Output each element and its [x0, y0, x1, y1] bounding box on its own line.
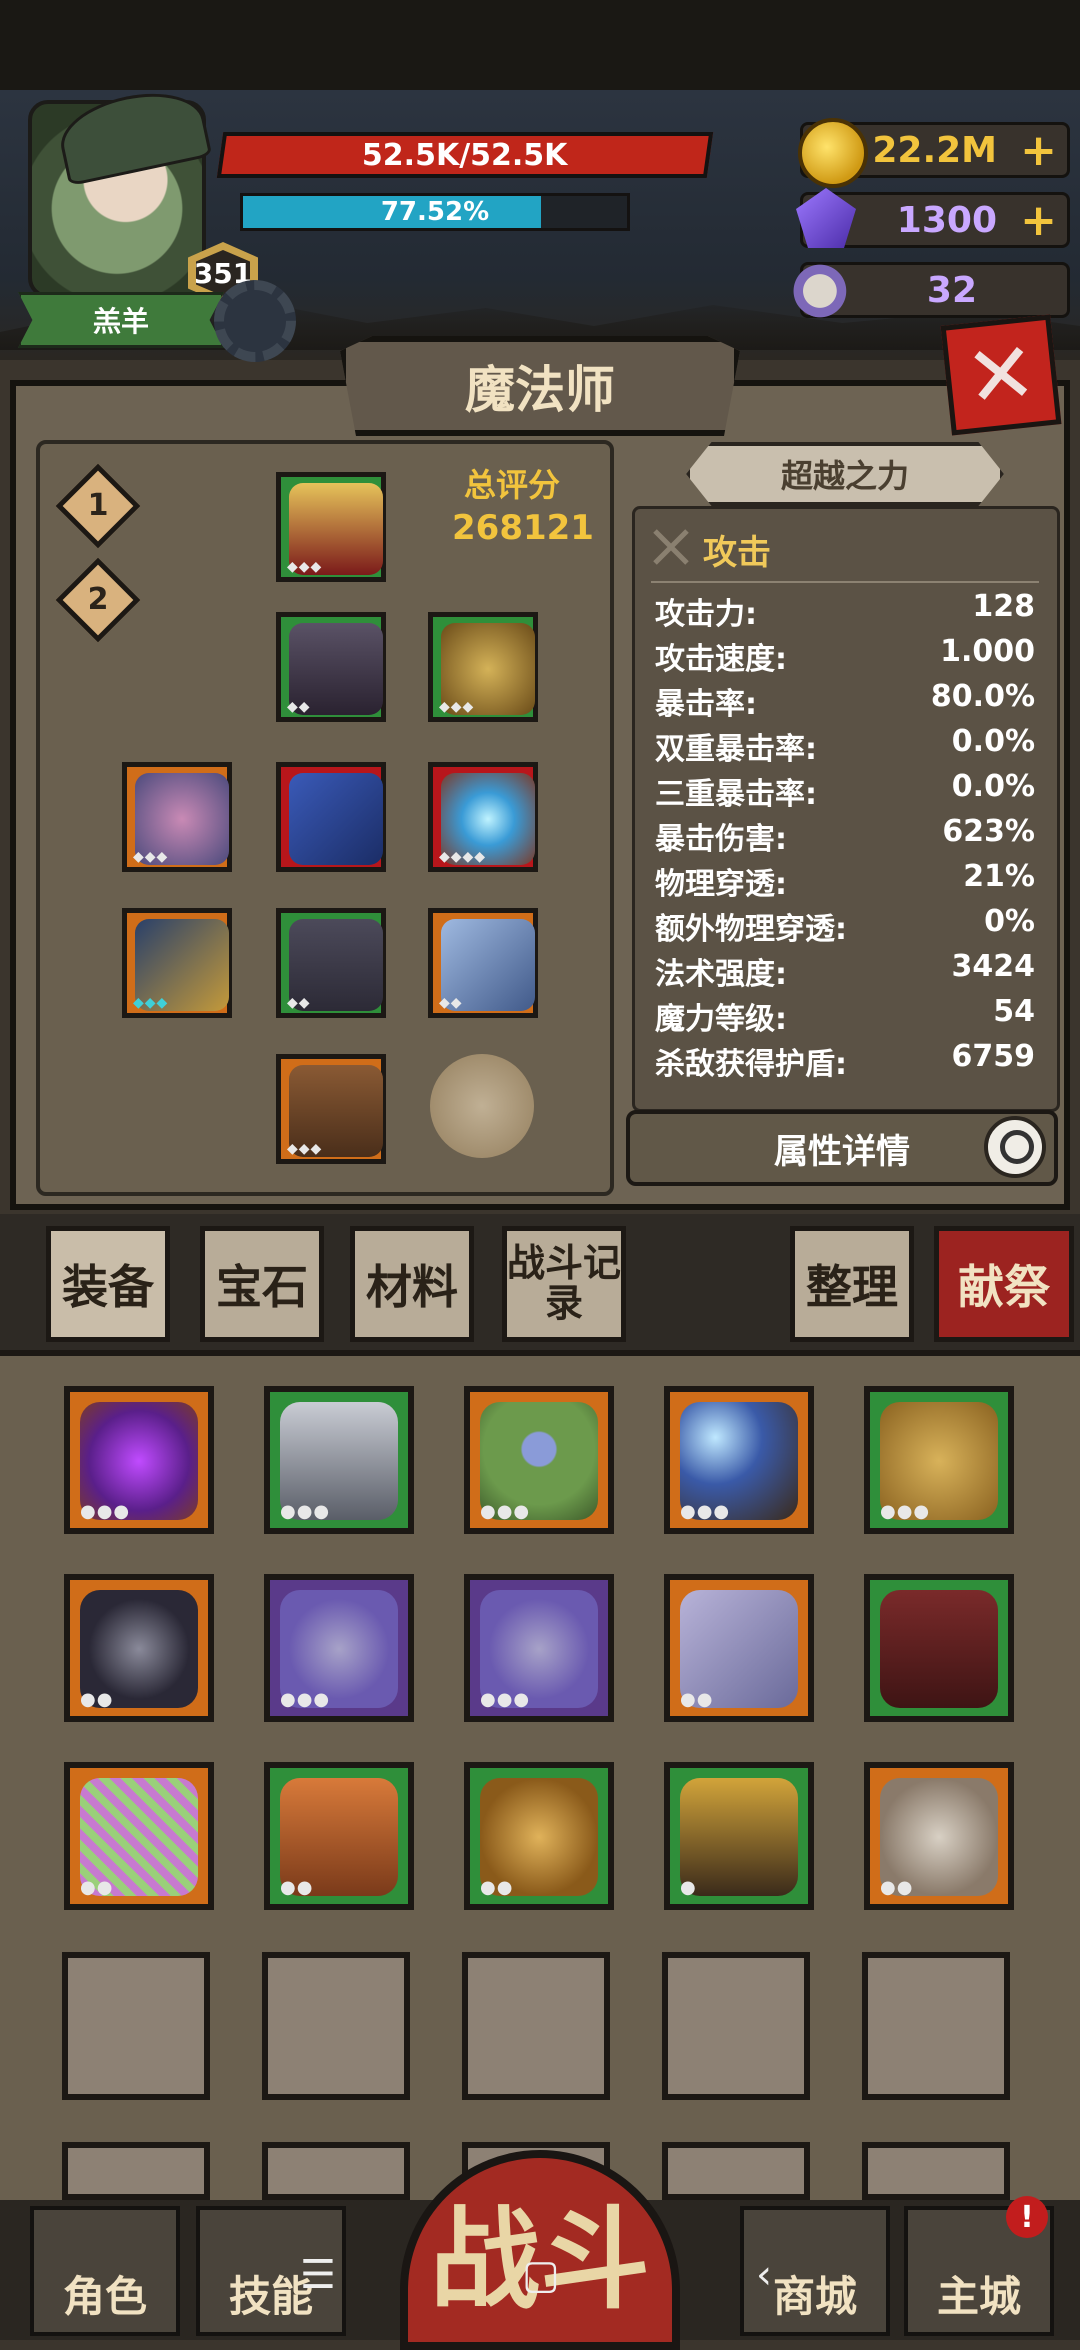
- gold-coin-icon: [798, 118, 868, 188]
- equip-slot-boots[interactable]: ◆◆◆: [276, 1054, 386, 1164]
- battle-button[interactable]: 战斗: [400, 2150, 680, 2350]
- empty-inventory-slot[interactable]: [462, 1952, 610, 2100]
- system-back-icon[interactable]: ‹: [756, 2252, 772, 2298]
- mana-bar: 77.52%: [240, 193, 630, 231]
- add-gems-button[interactable]: +: [1020, 195, 1057, 246]
- total-score-label: 总评分: [464, 466, 561, 504]
- add-gold-button[interactable]: +: [1020, 125, 1057, 176]
- equip-slot-scarf[interactable]: [276, 762, 386, 872]
- equip-slot-shield[interactable]: ◆◆◆: [122, 762, 232, 872]
- notification-badge: !: [1006, 2196, 1048, 2238]
- stats-panel: 攻击 攻击力: 128 攻击速度: 1.000 暴击率: 80.0% 双重暴击率: 0.…: [632, 506, 1060, 1112]
- close-button[interactable]: ✕: [940, 314, 1062, 436]
- inventory-item[interactable]: ●●: [664, 1574, 814, 1722]
- equip-slot-orb[interactable]: ◆◆◆◆: [428, 762, 538, 872]
- blue-scarf-icon: [289, 773, 383, 865]
- stats-divider: [651, 581, 1039, 583]
- empty-inventory-slot[interactable]: [62, 2142, 210, 2200]
- beyond-power-button[interactable]: 超越之力: [686, 442, 1004, 506]
- equip-slot-staff[interactable]: ◆◆◆: [122, 908, 232, 1018]
- inventory-item[interactable]: ●●: [864, 1762, 1014, 1910]
- inventory-item[interactable]: ●●: [264, 1762, 414, 1910]
- spiked-crown-helmet-icon: [680, 1778, 798, 1896]
- empty-seal-slot-icon[interactable]: [430, 1054, 534, 1158]
- inventory-item[interactable]: ●●●: [264, 1574, 414, 1722]
- empty-inventory-slot[interactable]: [862, 1952, 1010, 2100]
- empty-inventory-slot[interactable]: [62, 1952, 210, 2100]
- sort-button[interactable]: 整理: [790, 1226, 914, 1342]
- stats-header: 攻击: [703, 533, 771, 573]
- tab-materials[interactable]: 材料: [350, 1226, 474, 1342]
- tab-gems[interactable]: 宝石: [200, 1226, 324, 1342]
- inventory-item[interactable]: ●●●: [64, 1386, 214, 1534]
- attribute-details-label: 属性详情: [774, 1131, 910, 1172]
- empty-inventory-slot[interactable]: [662, 2142, 810, 2200]
- nav-character-button[interactable]: 角色: [30, 2206, 180, 2336]
- stat-row: 杀敌获得护盾: 6759: [655, 1039, 1035, 1082]
- status-bar: [0, 0, 1080, 90]
- empty-inventory-slot[interactable]: [262, 2142, 410, 2200]
- class-title: 魔法师: [340, 336, 740, 436]
- hp-bar: 52.5K/52.5K: [216, 132, 714, 178]
- inventory-item[interactable]: ●: [664, 1762, 814, 1910]
- inventory-item[interactable]: ●●: [64, 1574, 214, 1722]
- inventory-item[interactable]: ●●●: [264, 1386, 414, 1534]
- player-name: 羔羊: [18, 292, 224, 348]
- stat-row: 暴击率: 80.0%: [655, 679, 1035, 722]
- gem-amount: 1300: [896, 199, 997, 241]
- stat-row: 三重暴击率: 0.0%: [655, 769, 1035, 812]
- equip-slot-cloak[interactable]: ◆◆: [276, 908, 386, 1018]
- total-score-value: 268121: [452, 508, 594, 548]
- inventory-item[interactable]: [864, 1574, 1014, 1722]
- magnifier-icon[interactable]: [984, 1116, 1046, 1178]
- hp-text: 52.5K/52.5K: [362, 137, 568, 173]
- crossed-swords-icon: [651, 527, 691, 567]
- stat-row: 攻击力: 128: [655, 589, 1035, 632]
- inventory-item[interactable]: ●●●: [864, 1386, 1014, 1534]
- equip-slot-helmet[interactable]: ◆◆◆: [276, 472, 386, 582]
- loadout-1-label: 1: [87, 488, 109, 523]
- sacrifice-button[interactable]: 献祭: [934, 1226, 1074, 1342]
- gold-amount: 22.2M: [872, 129, 997, 171]
- stat-row: 暴击伤害: 623%: [655, 814, 1035, 857]
- settings-gear-icon[interactable]: [214, 280, 296, 362]
- loadout-2-label: 2: [87, 582, 109, 617]
- inventory-item[interactable]: ●●●: [464, 1386, 614, 1534]
- inventory-item[interactable]: ●●: [64, 1762, 214, 1910]
- system-menu-icon[interactable]: ☰: [300, 2252, 336, 2298]
- inventory-item[interactable]: ●●●: [464, 1574, 614, 1722]
- horned-cloak-icon: [880, 1590, 998, 1708]
- skull-amount: 32: [926, 269, 977, 311]
- stat-row: 额外物理穿透: 0%: [655, 904, 1035, 947]
- tab-battle-log[interactable]: 战斗记录: [502, 1226, 626, 1342]
- inventory-item[interactable]: ●●●: [664, 1386, 814, 1534]
- equip-slot-scroll[interactable]: ◆◆: [428, 908, 538, 1018]
- ram-skull-icon: [792, 258, 854, 318]
- system-home-icon[interactable]: ▢: [522, 2252, 560, 2298]
- empty-inventory-slot[interactable]: [662, 1952, 810, 2100]
- equip-slot-armor[interactable]: ◆◆: [276, 612, 386, 722]
- inventory-item[interactable]: ●●: [464, 1762, 614, 1910]
- close-x-icon: ✕: [960, 322, 1042, 428]
- stat-row: 魔力等级: 54: [655, 994, 1035, 1037]
- empty-inventory-slot[interactable]: [262, 1952, 410, 2100]
- equip-slot-medal[interactable]: ◆◆◆: [428, 612, 538, 722]
- mana-text: 77.52%: [380, 197, 490, 227]
- stat-row: 法术强度: 3424: [655, 949, 1035, 992]
- stat-row: 攻击速度: 1.000: [655, 634, 1035, 677]
- tab-equipment[interactable]: 装备: [46, 1226, 170, 1342]
- stat-row: 物理穿透: 21%: [655, 859, 1035, 902]
- stat-row: 双重暴击率: 0.0%: [655, 724, 1035, 767]
- empty-inventory-slot[interactable]: [862, 2142, 1010, 2200]
